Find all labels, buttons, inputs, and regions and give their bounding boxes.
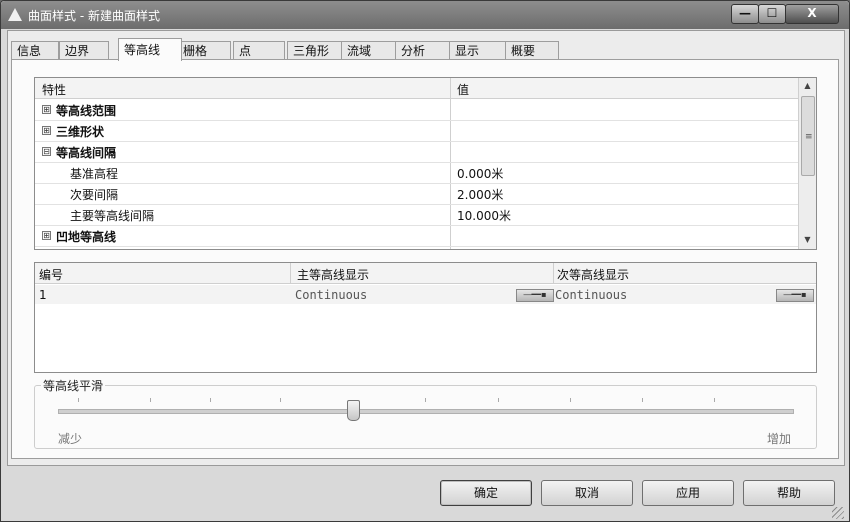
window-title: 曲面样式 - 新建曲面样式 [28,9,160,23]
expand-icon[interactable]: ⊞ [42,105,51,114]
tab-contours[interactable]: 等高线 [118,38,182,61]
grid-row-name: 基准高程 [70,167,119,181]
grid-row-minor-interval[interactable]: 次要间隔 2.000米 [35,183,798,205]
major-display-column-header[interactable]: 主等高线显示 [297,266,369,283]
slider-tick [210,398,211,402]
grid-row-major-interval[interactable]: 主要等高线间隔 10.000米 [35,204,798,226]
grid-row-name: 三维形状 [56,125,105,139]
dialog-window: 曲面样式 - 新建曲面样式 — ☐ X 信息 边界 等高线 栅格 点 三角形 流… [0,0,850,522]
slider-tick [498,398,499,402]
resize-grip-icon[interactable] [832,507,844,519]
linetype-table: 编号 主等高线显示 次等高线显示 1 Continuous ―━━▪ Conti… [34,262,817,373]
slider-tick [425,398,426,402]
close-button[interactable]: X [785,4,839,24]
app-triangle-icon [8,8,22,21]
tab-summary[interactable]: 概要 [505,41,559,60]
property-grid-header: 特性 值 [35,78,798,99]
cancel-button[interactable]: 取消 [541,480,633,506]
linetype-picker-button[interactable]: ―━━▪ [516,289,554,302]
row-number: 1 [39,288,47,302]
tab-watersheds[interactable]: 流域 [341,41,397,60]
column-divider[interactable] [553,263,554,283]
title-bar[interactable]: 曲面样式 - 新建曲面样式 — ☐ X [1,1,849,29]
expand-icon[interactable]: ⊞ [42,231,51,240]
tab-points[interactable]: 点 [233,41,285,60]
maximize-button[interactable]: ☐ [758,4,786,24]
number-column-header[interactable]: 编号 [39,266,63,283]
major-linetype-value[interactable]: Continuous [295,288,367,302]
tab-grid[interactable]: 栅格 [177,41,231,60]
property-column-header[interactable]: 特性 [42,81,66,98]
minor-linetype-value[interactable]: Continuous [555,288,627,302]
ok-button[interactable]: 确定 [440,480,532,506]
column-divider[interactable] [290,263,291,283]
slider-tick [570,398,571,402]
linetype-picker-button[interactable]: ―━━▪ [776,289,814,302]
slider-tick [78,398,79,402]
help-button[interactable]: 帮助 [743,480,835,506]
slider-tick [642,398,643,402]
minimize-button[interactable]: — [731,4,759,24]
tab-display[interactable]: 显示 [449,41,507,60]
grid-row-name: 等高线间隔 [56,146,117,160]
vertical-scrollbar[interactable]: ▲ ≡ ▼ [798,78,816,249]
grid-row-value[interactable]: 2.000米 [457,186,503,203]
grid-row-name: 等高线范围 [56,104,117,118]
value-column-header[interactable]: 值 [457,81,469,98]
linetype-table-header: 编号 主等高线显示 次等高线显示 [35,263,816,284]
grid-row-name: 主要等高线间隔 [70,209,155,223]
slider-tick [280,398,281,402]
grip-icon: ≡ [805,132,813,142]
tab-info[interactable]: 信息 [11,41,59,60]
tab-analysis[interactable]: 分析 [395,41,451,60]
grid-row-value[interactable]: 10.000米 [457,207,511,224]
table-row[interactable]: 1 Continuous ―━━▪ Continuous ―━━▪ [35,285,816,304]
grid-row-value[interactable]: 0.000米 [457,165,503,182]
slider-max-label: 增加 [767,432,792,446]
grid-row-depression-contours[interactable]: ⊞ 凹地等高线 [35,225,798,247]
smoothing-slider-thumb[interactable] [347,400,360,421]
minor-display-column-header[interactable]: 次等高线显示 [557,266,629,283]
grid-row-contour-intervals[interactable]: ⊟ 等高线间隔 [35,141,798,163]
grid-row-contour-range[interactable]: ⊞ 等高线范围 [35,99,798,121]
slider-min-label: 减少 [58,432,83,446]
tab-boundary[interactable]: 边界 [59,41,109,60]
scroll-down-icon[interactable]: ▼ [799,232,816,248]
smoothing-group-title: 等高线平滑 [41,377,106,394]
collapse-icon[interactable]: ⊟ [42,147,51,156]
scroll-up-icon[interactable]: ▲ [799,78,816,94]
grid-row-name: 凹地等高线 [56,230,117,244]
grid-row-name: 次要间隔 [70,188,119,202]
grid-row-3d-geometry[interactable]: ⊞ 三维形状 [35,120,798,142]
expand-icon[interactable]: ⊞ [42,126,51,135]
tab-triangles[interactable]: 三角形 [287,41,343,60]
smoothing-group [34,385,817,449]
slider-tick [150,398,151,402]
property-grid: 特性 值 ⊞ 等高线范围 ⊞ 三维形状 ⊟ 等高线间隔 基准高程 0.000米 … [34,77,817,250]
apply-button[interactable]: 应用 [642,480,734,506]
smoothing-slider-track[interactable] [58,409,794,414]
grid-row-base-elevation[interactable]: 基准高程 0.000米 [35,162,798,184]
scroll-thumb[interactable]: ≡ [801,96,815,176]
slider-tick [714,398,715,402]
